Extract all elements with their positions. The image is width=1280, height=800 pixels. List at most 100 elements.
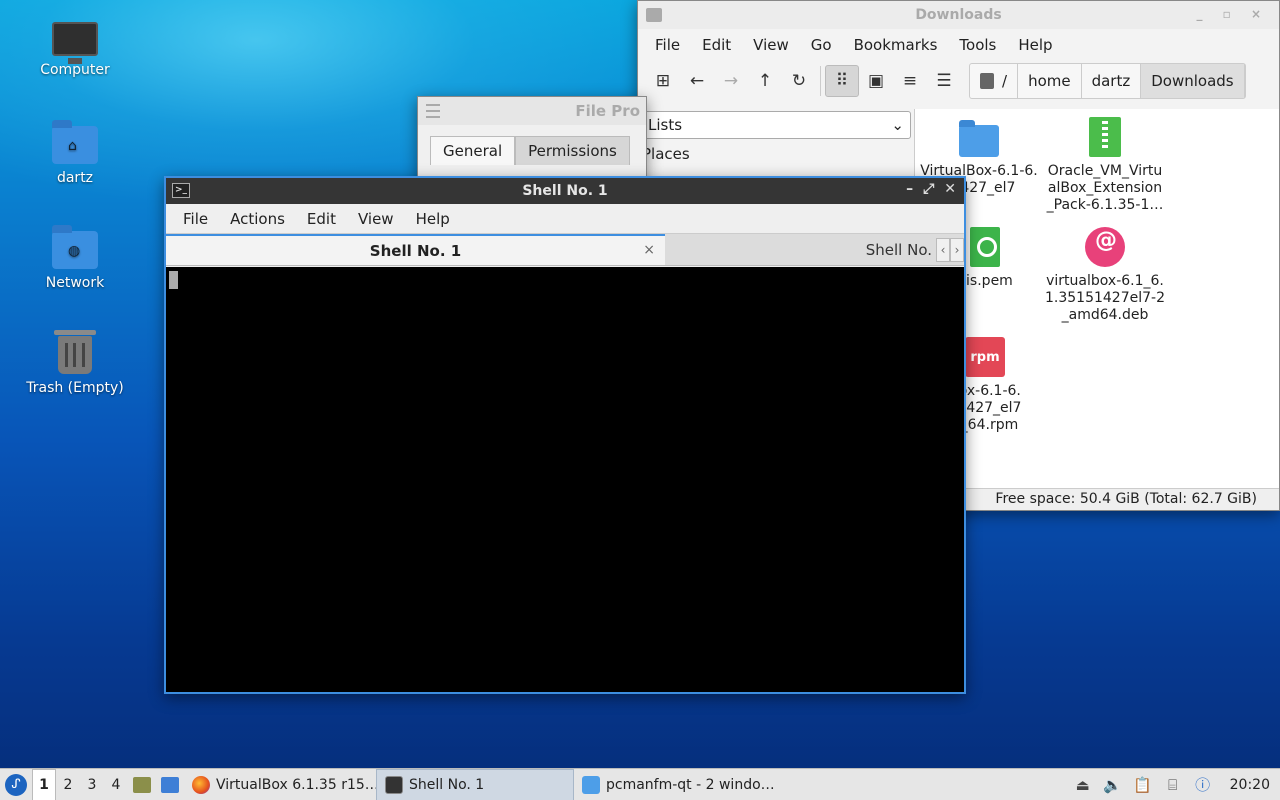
clipboard-icon[interactable]: 📋 [1133,776,1152,794]
archive-icon [1089,117,1121,157]
terminal-tab-2[interactable]: Shell No. ‹ › [665,234,964,265]
network-icon[interactable]: ⌸ [1164,776,1182,794]
side-pane-mode-select[interactable]: Lists ⌄ [641,111,911,139]
terminal-tab-bar: Shell No. 1 × Shell No. ‹ › [166,233,964,266]
certificate-icon [970,227,1000,267]
network-folder-icon: ◍ [52,225,98,269]
desktop-icon-trash[interactable]: Trash (Empty) [20,328,130,396]
menu-view[interactable]: View [742,36,800,54]
tab-scroll-buttons: ‹ › [936,238,964,262]
terminal-menubar: File Actions Edit View Help [166,204,964,233]
workspace-2[interactable]: 2 [56,769,80,800]
path-downloads-button[interactable]: Downloads [1141,64,1245,98]
up-arrow-icon[interactable]: ↑ [748,65,782,97]
file-item[interactable]: Oracle_VM_Virtu alBox_Extension _Pack-6.… [1043,117,1167,214]
home-folder-icon: ⌂ [52,120,98,164]
menu-file[interactable]: File [172,210,219,228]
minimize-icon[interactable]: – [906,181,913,197]
system-tray: ⏏ 🔈 📋 ⌸ ⓘ 20:20 [1074,776,1280,795]
path-root-button[interactable]: / [970,64,1019,98]
path-dartz-button[interactable]: dartz [1082,64,1142,98]
menu-file[interactable]: File [644,36,691,54]
volume-icon[interactable]: 🔈 [1103,776,1122,794]
file-properties-window: File Pro General Permissions [417,96,647,186]
eject-icon[interactable]: ⏏ [1074,776,1092,794]
task-label: Shell No. 1 [409,776,485,793]
close-icon[interactable]: ✕ [944,181,956,197]
window-controls[interactable]: _ ▫ × [1196,7,1269,21]
file-item[interactable]: virtualbox-6.1_6. 1.35151427el7-2 _amd64… [1043,227,1167,324]
workspace-3[interactable]: 3 [80,769,104,800]
menu-view[interactable]: View [347,210,405,228]
quicklaunch-desktop[interactable] [156,769,184,800]
window-title: File Pro [575,102,640,120]
new-tab-icon[interactable]: ⊞ [646,65,680,97]
task-label: pcmanfm-qt - 2 windo… [606,776,774,793]
desktop-icon-home[interactable]: ⌂ dartz [20,120,130,186]
debian-package-icon [1085,227,1125,267]
file-properties-titlebar[interactable]: File Pro [418,97,646,125]
start-menu-button[interactable]: ᔑ [0,769,32,800]
toolbar-separator [820,66,821,96]
desktop-icon-network[interactable]: ◍ Network [20,225,130,291]
show-desktop-icon [161,776,179,793]
tab-permissions[interactable]: Permissions [515,136,630,165]
path-bar: / home dartz Downloads [969,63,1246,99]
tab-general[interactable]: General [430,136,516,165]
maximize-icon[interactable]: ⤢ [923,181,934,197]
file-name: Oracle_VM_Virtu alBox_Extension _Pack-6.… [1046,163,1164,213]
desktop-icon-label: Computer [40,62,110,78]
file-manager-toolbar: ⊞ ← → ↑ ↻ ⠿ ▣ ≡ ☰ / home dartz Downloads [638,61,1279,101]
firefox-icon [192,775,210,794]
path-home-button[interactable]: home [1018,64,1082,98]
quicklaunch-files[interactable] [128,769,156,800]
text-cursor [169,271,178,289]
back-arrow-icon[interactable]: ← [680,65,714,97]
menu-help[interactable]: Help [405,210,461,228]
drive-icon [980,73,994,89]
properties-tabs: General Permissions [430,136,646,165]
clock[interactable]: 20:20 [1230,777,1270,793]
terminal-titlebar[interactable]: >_ Shell No. 1 – ⤢ ✕ [166,178,964,204]
menu-actions[interactable]: Actions [219,210,296,228]
desktop-icon-label: Trash (Empty) [26,380,124,396]
icon-view-icon[interactable]: ⠿ [825,65,859,97]
desktop-icon-label: dartz [56,170,94,186]
file-name: virtualbox-6.1_6. 1.35151427el7-2 _amd64… [1045,273,1165,323]
detail-list-view-icon[interactable]: ☰ [927,65,961,97]
task-pcmanfm[interactable]: pcmanfm-qt - 2 windo… [574,769,774,800]
chevron-right-icon[interactable]: › [950,238,964,262]
file-manager-titlebar[interactable]: Downloads _ ▫ × [638,1,1279,29]
task-virtualbox[interactable]: VirtualBox 6.1.35 r15… [184,769,376,800]
task-label: VirtualBox 6.1.35 r15… [216,776,376,793]
folder-icon [959,120,999,157]
menu-tools[interactable]: Tools [948,36,1007,54]
menu-bookmarks[interactable]: Bookmarks [843,36,949,54]
forward-arrow-icon[interactable]: → [714,65,748,97]
update-notifier-icon[interactable]: ⓘ [1194,776,1212,794]
terminal-tab-1[interactable]: Shell No. 1 × [166,234,665,265]
menu-edit[interactable]: Edit [691,36,742,54]
path-label: / [1002,72,1008,90]
chevron-left-icon[interactable]: ‹ [936,238,950,262]
lxqt-logo-icon: ᔑ [5,773,27,796]
window-title: Shell No. 1 [522,183,608,199]
thumbnail-view-icon[interactable]: ▣ [859,65,893,97]
close-tab-icon[interactable]: × [643,242,655,258]
rpm-package-icon: rpm [965,337,1005,377]
trash-icon [54,330,96,374]
terminal-area[interactable] [166,267,964,692]
tab-label: Shell No. 1 [369,241,462,260]
workspace-4[interactable]: 4 [104,769,128,800]
file-cabinet-icon [133,776,151,793]
menu-edit[interactable]: Edit [296,210,347,228]
task-shell[interactable]: Shell No. 1 [376,768,574,800]
menu-go[interactable]: Go [800,36,843,54]
file-view: VirtualBox-6.1-6. 51427_el7 Oracle_VM_Vi… [914,109,1279,488]
desktop-icon-computer[interactable]: Computer [20,16,130,78]
places-heading[interactable]: Places [640,139,912,169]
workspace-1[interactable]: 1 [32,768,56,800]
menu-help[interactable]: Help [1007,36,1063,54]
compact-view-icon[interactable]: ≡ [893,65,927,97]
reload-icon[interactable]: ↻ [782,65,816,97]
